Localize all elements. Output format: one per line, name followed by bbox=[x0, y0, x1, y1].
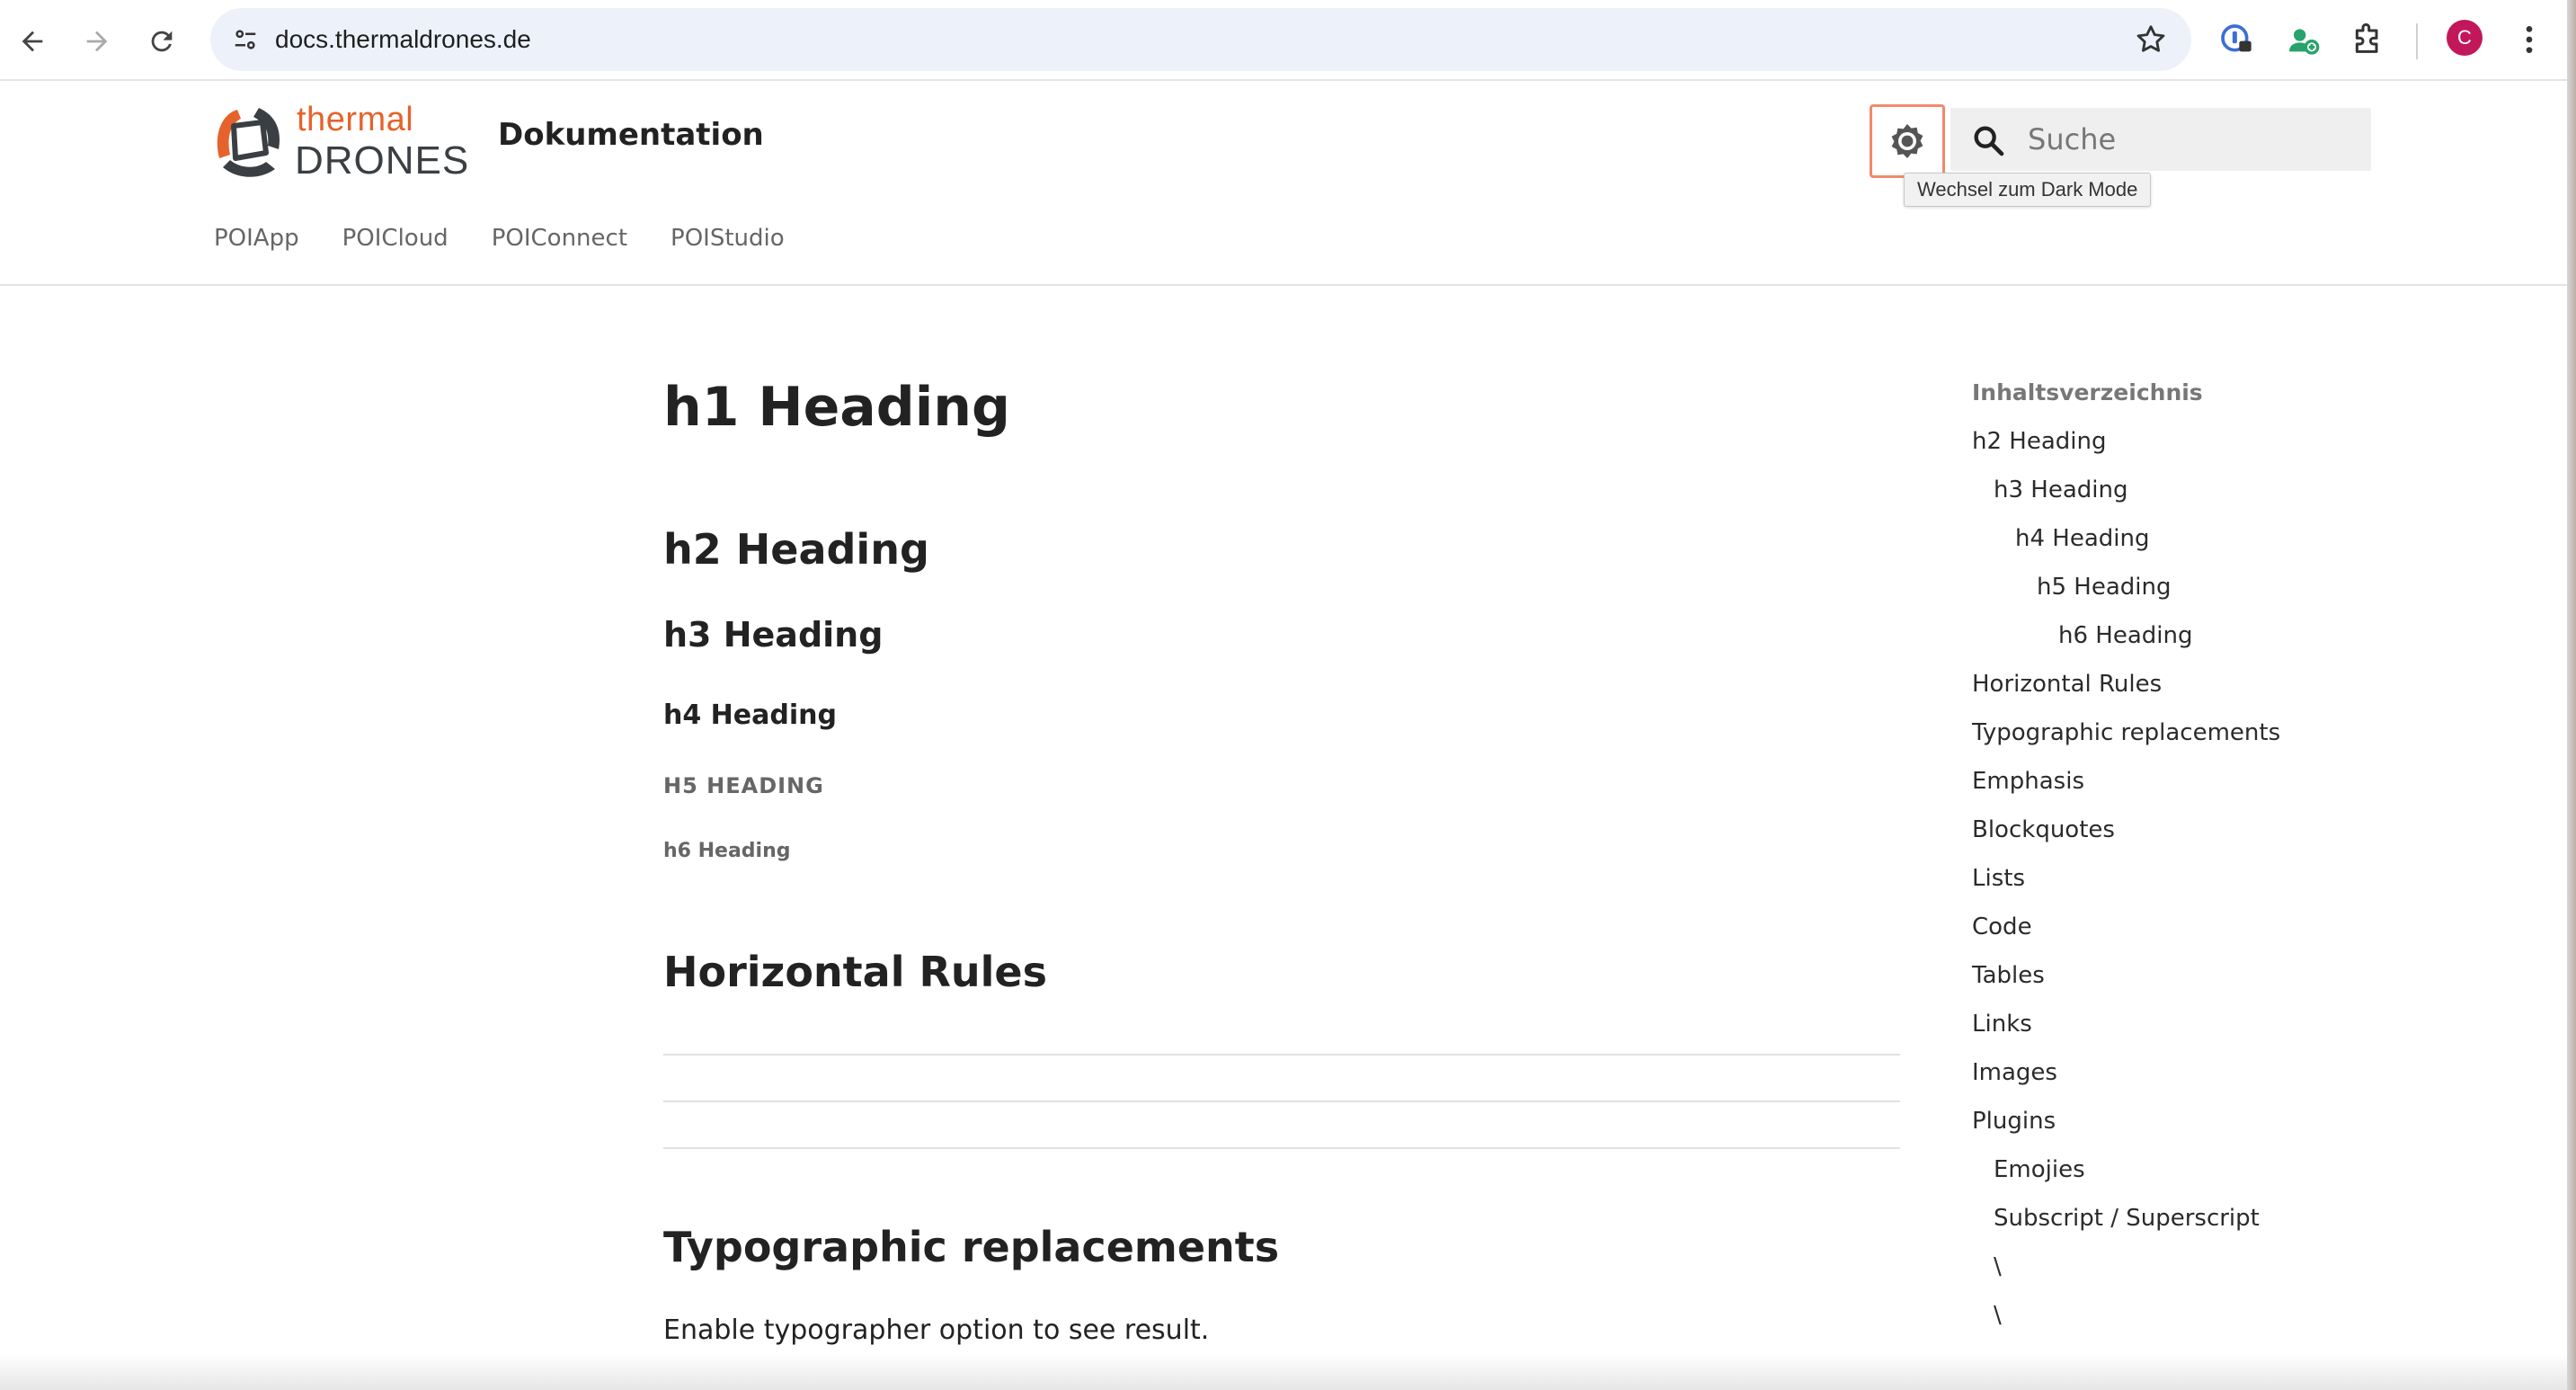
logo-text-drones: DRONES bbox=[295, 138, 470, 183]
heading-h4: h4 Heading bbox=[663, 699, 837, 731]
toc-item[interactable]: h3 Heading bbox=[1994, 477, 2127, 503]
forward-button[interactable] bbox=[72, 16, 122, 67]
browser-menu-icon[interactable] bbox=[2509, 20, 2549, 59]
search-box[interactable] bbox=[1950, 108, 2371, 171]
logo-text-thermal: thermal bbox=[297, 101, 414, 138]
browser-toolbar: docs.thermaldrones.de C bbox=[0, 0, 2576, 81]
toc-title: Inhaltsverzeichnis bbox=[1972, 379, 2203, 405]
brightness-gear-icon bbox=[1891, 124, 1923, 158]
toc-item[interactable]: Links bbox=[1972, 1011, 2032, 1038]
heading-h5: H5 HEADING bbox=[663, 773, 824, 798]
toc-item[interactable]: Plugins bbox=[1972, 1108, 2056, 1135]
password-manager-extension-icon[interactable] bbox=[2216, 20, 2256, 59]
arrow-left-icon bbox=[22, 31, 43, 52]
thermal-drones-logo[interactable]: thermal DRONES bbox=[210, 101, 468, 183]
toc-item[interactable]: Horizontal Rules bbox=[1972, 671, 2162, 698]
toc-item[interactable]: h4 Heading bbox=[2015, 525, 2149, 552]
toc-item[interactable]: h2 Heading bbox=[1972, 428, 2106, 455]
toc-item[interactable]: Tables bbox=[1972, 962, 2045, 989]
toc-item[interactable]: Images bbox=[1972, 1059, 2057, 1086]
toolbar-separator bbox=[2416, 23, 2418, 59]
nav-link-poiconnect[interactable]: POIConnect bbox=[492, 225, 627, 252]
toc-item[interactable]: \ bbox=[1994, 1253, 2002, 1280]
toc-item[interactable]: Lists bbox=[1972, 865, 2025, 892]
toc-item[interactable]: Typographic replacements bbox=[1972, 719, 2280, 746]
heading-horizontal-rules: Horizontal Rules bbox=[663, 948, 1048, 996]
window-right-edge bbox=[2567, 0, 2576, 1390]
toc-item[interactable]: Code bbox=[1972, 913, 2032, 940]
heading-h1: h1 Heading bbox=[663, 376, 1010, 439]
address-bar[interactable]: docs.thermaldrones.de bbox=[210, 8, 2191, 71]
nav-link-poistudio[interactable]: POIStudio bbox=[671, 225, 785, 252]
toc-item[interactable]: \ bbox=[1994, 1302, 2002, 1329]
search-input[interactable] bbox=[2028, 108, 2360, 171]
logo-mark-icon bbox=[217, 108, 280, 177]
toc-item[interactable]: h5 Heading bbox=[2037, 574, 2171, 601]
heading-typographic-replacements: Typographic replacements bbox=[663, 1223, 1280, 1271]
window-bottom-edge bbox=[0, 1354, 2576, 1390]
vpn-extension-icon[interactable] bbox=[2283, 20, 2323, 59]
toc-item[interactable]: Emphasis bbox=[1972, 768, 2084, 795]
toc-item[interactable]: h6 Heading bbox=[2058, 622, 2192, 649]
horizontal-rule bbox=[663, 1147, 1900, 1149]
horizontal-rule bbox=[663, 1100, 1900, 1102]
nav-link-poiapp[interactable]: POIApp bbox=[214, 225, 299, 252]
dark-mode-tooltip: Wechsel zum Dark Mode bbox=[1904, 173, 2152, 207]
nav-link-poicloud[interactable]: POICloud bbox=[342, 225, 449, 252]
toc-item[interactable]: Blockquotes bbox=[1972, 816, 2115, 843]
extensions-puzzle-icon[interactable] bbox=[2348, 20, 2387, 59]
dark-mode-toggle-button[interactable] bbox=[1870, 104, 1945, 178]
heading-h3: h3 Heading bbox=[663, 615, 884, 655]
product-nav: POIApp POICloud POIConnect POIStudio bbox=[214, 225, 785, 252]
toc-item[interactable]: Subscript / Superscript bbox=[1994, 1205, 2260, 1232]
profile-avatar[interactable]: C bbox=[2447, 20, 2483, 56]
reload-button[interactable] bbox=[137, 16, 187, 67]
heading-h2: h2 Heading bbox=[663, 525, 929, 574]
search-icon bbox=[1974, 126, 2004, 156]
horizontal-rule bbox=[663, 1054, 1900, 1056]
bookmark-star-icon[interactable] bbox=[2134, 22, 2168, 57]
site-title[interactable]: Dokumentation bbox=[498, 117, 764, 153]
heading-h6: h6 Heading bbox=[663, 840, 791, 862]
reload-icon bbox=[151, 31, 173, 52]
arrow-right-icon bbox=[86, 31, 108, 52]
url-text[interactable]: docs.thermaldrones.de bbox=[275, 8, 531, 71]
typographer-paragraph: Enable typographer option to see result. bbox=[663, 1314, 1210, 1346]
site-header: thermal DRONES Dokumentation Wechsel zum… bbox=[0, 83, 2576, 286]
toc-item[interactable]: Emojies bbox=[1994, 1156, 2085, 1183]
site-settings-icon[interactable] bbox=[227, 21, 264, 58]
back-button[interactable] bbox=[7, 16, 58, 67]
